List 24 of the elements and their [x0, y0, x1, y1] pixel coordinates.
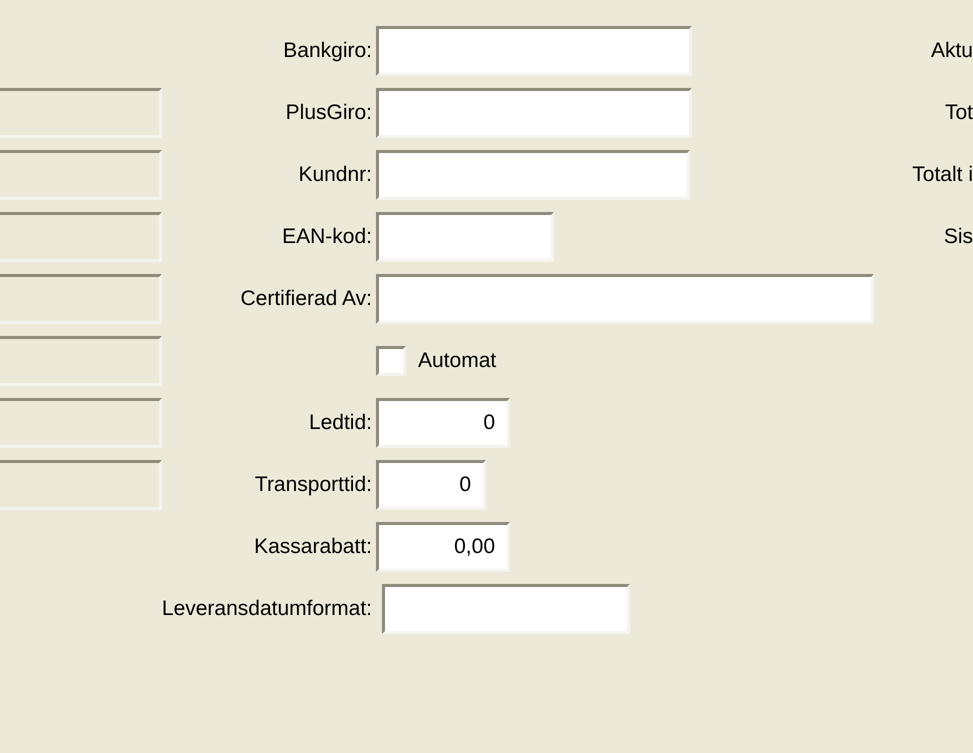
field-label: Totalt i	[912, 163, 973, 187]
input-field[interactable]	[376, 26, 692, 76]
input-field[interactable]	[382, 584, 630, 634]
field-label: Kassarabatt:	[254, 535, 373, 559]
field-label: Transporttid:	[254, 473, 373, 497]
input-field[interactable]	[376, 274, 874, 324]
input-field[interactable]	[376, 150, 690, 200]
field-label: Sis	[944, 225, 973, 249]
input-field[interactable]: 0	[376, 398, 510, 448]
input-field[interactable]: 0,00	[376, 522, 510, 572]
field-label: EAN-kod:	[282, 225, 373, 249]
field-label: Certifierad Av:	[240, 287, 373, 311]
field-label: Tot	[944, 101, 973, 125]
checkbox[interactable]	[376, 346, 406, 376]
field-label: Bankgiro:	[283, 39, 373, 63]
input-field[interactable]: 0	[376, 460, 486, 510]
input-field[interactable]	[376, 88, 692, 138]
checkbox-label: Automat	[418, 349, 496, 373]
field-label: Ledtid:	[308, 411, 373, 435]
field-label: Kundnr:	[298, 163, 373, 187]
field-label: Aktu	[930, 39, 973, 63]
field-label: Leveransdatumformat:	[162, 597, 373, 621]
field-label: PlusGiro:	[286, 101, 373, 125]
input-field[interactable]	[376, 212, 554, 262]
